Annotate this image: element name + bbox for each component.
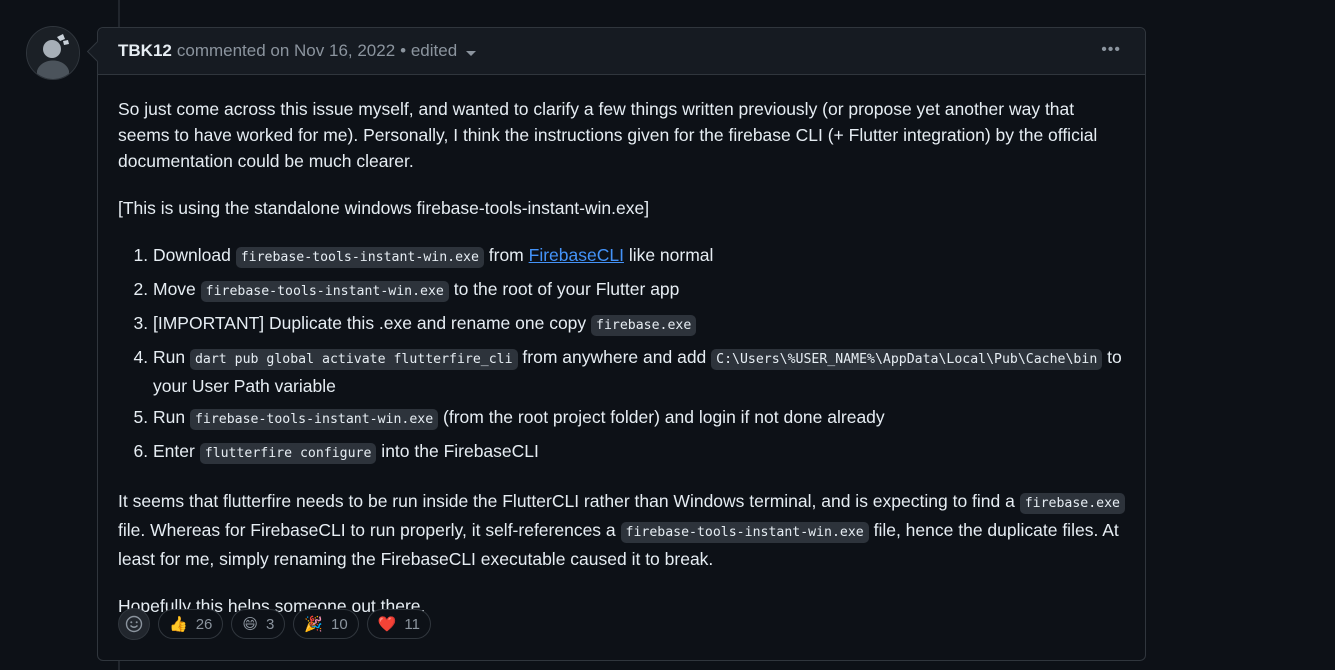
step-text: from	[483, 245, 529, 265]
smiley-icon	[125, 615, 143, 633]
reaction-count: 3	[266, 615, 275, 633]
more-options-button[interactable]: •••	[1101, 42, 1121, 58]
paragraph-text: file. Whereas for FirebaseCLI to run pro…	[118, 520, 621, 540]
inline-code: firebase-tools-instant-win.exe	[189, 409, 439, 430]
step-text: Run	[153, 407, 190, 427]
comment-header: TBK12 commented on Nov 16, 2022 • edited…	[98, 28, 1145, 75]
steps-list: Download firebase-tools-instant-win.exe …	[118, 242, 1125, 467]
step-text: into the FirebaseCLI	[376, 441, 539, 461]
chevron-down-icon[interactable]	[466, 50, 477, 56]
reaction-count: 11	[404, 615, 420, 633]
intro-paragraph: So just come across this issue myself, a…	[118, 99, 1098, 171]
step-text: from anywhere and add	[517, 347, 712, 367]
reaction-hooray[interactable]: 🎉 10	[293, 609, 359, 639]
inline-code: firebase.exe	[1019, 493, 1125, 514]
list-item: Enter flutterfire configure into the Fir…	[153, 438, 1125, 467]
author-name[interactable]: TBK12	[118, 41, 172, 61]
step-text: [IMPORTANT] Duplicate this .exe and rena…	[153, 313, 592, 333]
inline-code: firebase-tools-instant-win.exe	[200, 281, 449, 302]
reactions-bar: 👍 26 😄 3 🎉 10 ❤️ 11	[118, 608, 431, 640]
step-text: like normal	[623, 245, 714, 265]
list-item: [IMPORTANT] Duplicate this .exe and rena…	[153, 310, 1125, 339]
reaction-count: 10	[331, 615, 348, 633]
list-item: Download firebase-tools-instant-win.exe …	[153, 242, 1125, 271]
reaction-laugh[interactable]: 😄 3	[231, 609, 286, 639]
list-item: Move firebase-tools-instant-win.exe to t…	[153, 276, 1125, 305]
step-text: (from the root project folder) and login…	[438, 407, 885, 427]
firebasecli-link[interactable]: FirebaseCLI	[529, 245, 624, 265]
thumbs-up-icon: 👍	[169, 616, 188, 633]
list-item: Run dart pub global activate flutterfire…	[153, 344, 1125, 399]
reaction-thumbs-up[interactable]: 👍 26	[158, 609, 224, 639]
comment-meta[interactable]: commented on Nov 16, 2022	[177, 41, 395, 61]
step-text: to the root of your Flutter app	[448, 279, 680, 299]
hooray-icon: 🎉	[304, 616, 324, 633]
list-item: Run firebase-tools-instant-win.exe (from…	[153, 404, 1125, 433]
inline-code: dart pub global activate flutterfire_cli	[189, 349, 518, 370]
edited-label[interactable]: • edited	[400, 41, 457, 61]
inline-code: firebase-tools-instant-win.exe	[235, 247, 484, 268]
step-text: Move	[153, 279, 201, 299]
reaction-count: 26	[195, 615, 213, 633]
explanation-paragraph: It seems that flutterfire needs to be ru…	[118, 488, 1125, 572]
inline-code: flutterfire configure	[199, 443, 377, 464]
avatar[interactable]	[26, 26, 80, 80]
step-text: Run	[153, 347, 190, 367]
avatar-image	[27, 27, 79, 79]
paragraph-text: It seems that flutterfire needs to be ru…	[118, 491, 1020, 511]
heart-icon: ❤️	[377, 616, 397, 633]
inline-code: firebase-tools-instant-win.exe	[620, 522, 869, 543]
note-paragraph: [This is using the standalone windows fi…	[118, 198, 650, 218]
laugh-icon: 😄	[242, 616, 259, 633]
inline-code: firebase.exe	[591, 315, 697, 336]
reaction-heart[interactable]: ❤️ 11	[366, 609, 431, 639]
add-reaction-button[interactable]	[118, 608, 150, 640]
step-text: Enter	[153, 441, 200, 461]
step-text: Download	[153, 245, 236, 265]
inline-code: C:\Users\%USER_NAME%\AppData\Local\Pub\C…	[711, 349, 1103, 370]
comment-box: TBK12 commented on Nov 16, 2022 • edited…	[97, 27, 1146, 661]
comment-body: So just come across this issue myself, a…	[98, 75, 1145, 619]
